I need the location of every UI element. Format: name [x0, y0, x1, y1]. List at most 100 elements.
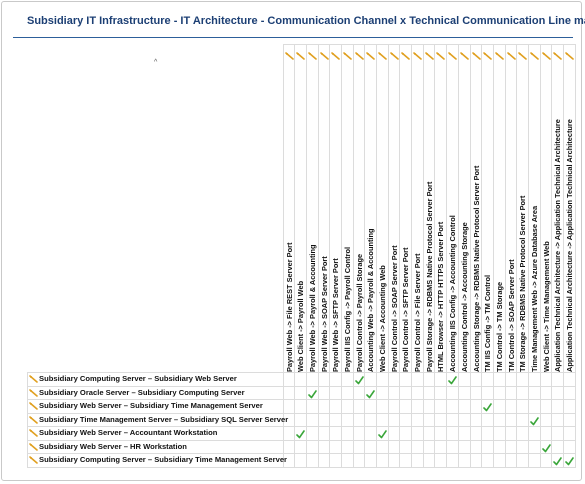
- column-header[interactable]: Accounting Storage -> RDBMS Native Proto…: [469, 44, 483, 373]
- matrix-cell[interactable]: [434, 412, 448, 427]
- matrix-cell[interactable]: [305, 426, 319, 441]
- matrix-cell[interactable]: [457, 426, 471, 441]
- matrix-cell[interactable]: [504, 439, 518, 454]
- column-header[interactable]: Application Technical Architecture -> Ap…: [551, 44, 564, 373]
- matrix-cell[interactable]: [516, 399, 529, 414]
- matrix-cell[interactable]: [563, 439, 576, 454]
- matrix-cell[interactable]: [516, 453, 529, 468]
- matrix-cell[interactable]: [469, 426, 483, 441]
- matrix-cell[interactable]: [305, 412, 319, 427]
- matrix-cell[interactable]: [364, 412, 377, 427]
- matrix-cell[interactable]: [364, 439, 377, 454]
- matrix-cell[interactable]: [317, 399, 331, 414]
- matrix-cell[interactable]: [469, 385, 483, 400]
- matrix-cell[interactable]: [364, 453, 377, 468]
- matrix-cell[interactable]: [294, 399, 307, 414]
- column-header[interactable]: Accounting Control -> Accounting Storage: [457, 44, 471, 373]
- matrix-cell[interactable]: [305, 399, 319, 414]
- matrix-cell[interactable]: [329, 439, 342, 454]
- matrix-cell[interactable]: [434, 453, 448, 468]
- matrix-cell[interactable]: [516, 439, 529, 454]
- matrix-cell[interactable]: [422, 399, 436, 414]
- matrix-cell[interactable]: [516, 426, 529, 441]
- column-header[interactable]: Payroll Control -> Payroll Storage: [352, 44, 366, 373]
- matrix-cell[interactable]: [527, 385, 541, 400]
- column-header[interactable]: Payroll Web -> Payroll & Accounting: [305, 44, 319, 373]
- matrix-cell[interactable]: [492, 399, 506, 414]
- matrix-cell[interactable]: [539, 372, 553, 387]
- matrix-cell[interactable]: [282, 385, 296, 400]
- matrix-cell[interactable]: [434, 426, 448, 441]
- matrix-cell[interactable]: [399, 372, 413, 387]
- matrix-cell[interactable]: [457, 399, 471, 414]
- matrix-cell[interactable]: [446, 453, 459, 468]
- matrix-cell[interactable]: [317, 453, 331, 468]
- matrix-cell[interactable]: [387, 399, 401, 414]
- matrix-cell[interactable]: [282, 439, 296, 454]
- matrix-cell[interactable]: [539, 453, 553, 468]
- matrix-cell[interactable]: [469, 412, 483, 427]
- column-header[interactable]: Payroll Web -> SOAP Server Port: [317, 44, 331, 373]
- matrix-cell[interactable]: [457, 372, 471, 387]
- matrix-cell[interactable]: [434, 372, 448, 387]
- matrix-cell[interactable]: [387, 385, 401, 400]
- matrix-cell[interactable]: [317, 385, 331, 400]
- matrix-cell[interactable]: [317, 439, 331, 454]
- matrix-cell[interactable]: [376, 399, 389, 414]
- matrix-cell[interactable]: [352, 426, 366, 441]
- column-header[interactable]: Payroll Web -> File REST Server Port: [282, 44, 296, 373]
- matrix-cell[interactable]: [329, 385, 342, 400]
- matrix-cell[interactable]: [376, 426, 389, 441]
- matrix-cell[interactable]: [422, 439, 436, 454]
- matrix-cell[interactable]: [340, 372, 354, 387]
- matrix-cell[interactable]: [411, 399, 424, 414]
- column-header[interactable]: Web Client -> Accounting Web: [376, 44, 389, 373]
- row-header[interactable]: Subsidiary Time Management Server – Subs…: [27, 412, 288, 427]
- matrix-cell[interactable]: [422, 426, 436, 441]
- matrix-cell[interactable]: [446, 399, 459, 414]
- matrix-cell[interactable]: [387, 426, 401, 441]
- matrix-cell[interactable]: [376, 372, 389, 387]
- matrix-cell[interactable]: [527, 453, 541, 468]
- matrix-cell[interactable]: [340, 412, 354, 427]
- row-header[interactable]: Subsidiary Web Server – HR Workstation: [27, 439, 284, 454]
- matrix-cell[interactable]: [504, 399, 518, 414]
- matrix-cell[interactable]: [329, 399, 342, 414]
- matrix-cell[interactable]: [411, 412, 424, 427]
- matrix-cell[interactable]: [563, 426, 576, 441]
- matrix-cell[interactable]: [376, 439, 389, 454]
- matrix-cell[interactable]: [305, 453, 319, 468]
- matrix-cell[interactable]: [329, 412, 342, 427]
- matrix-cell[interactable]: [539, 439, 553, 454]
- sort-indicator-icon[interactable]: ^: [154, 59, 157, 66]
- matrix-cell[interactable]: [411, 453, 424, 468]
- matrix-cell[interactable]: [340, 385, 354, 400]
- matrix-cell[interactable]: [539, 426, 553, 441]
- matrix-cell[interactable]: [446, 439, 459, 454]
- matrix-cell[interactable]: [563, 399, 576, 414]
- matrix-cell[interactable]: [387, 439, 401, 454]
- matrix-cell[interactable]: [504, 426, 518, 441]
- matrix-cell[interactable]: [516, 385, 529, 400]
- matrix-cell[interactable]: [329, 372, 342, 387]
- matrix-cell[interactable]: [551, 412, 564, 427]
- column-header[interactable]: TM Storage -> RDBMS Native Protocol Serv…: [516, 44, 529, 373]
- matrix-cell[interactable]: [376, 412, 389, 427]
- column-header[interactable]: Web Client -> Time Management Web: [539, 44, 553, 373]
- matrix-cell[interactable]: [481, 385, 494, 400]
- column-header[interactable]: Payroll IIS Config -> Payroll Control: [340, 44, 354, 373]
- matrix-cell[interactable]: [422, 412, 436, 427]
- matrix-cell[interactable]: [481, 372, 494, 387]
- matrix-cell[interactable]: [492, 426, 506, 441]
- matrix-cell[interactable]: [364, 385, 377, 400]
- matrix-cell[interactable]: [504, 453, 518, 468]
- matrix-cell[interactable]: [282, 412, 296, 427]
- matrix-cell[interactable]: [481, 426, 494, 441]
- matrix-cell[interactable]: [352, 453, 366, 468]
- matrix-cell[interactable]: [340, 399, 354, 414]
- column-header[interactable]: Application Technical Architecture -> Ap…: [563, 44, 576, 373]
- matrix-cell[interactable]: [317, 412, 331, 427]
- matrix-cell[interactable]: [527, 412, 541, 427]
- matrix-cell[interactable]: [527, 372, 541, 387]
- matrix-cell[interactable]: [563, 412, 576, 427]
